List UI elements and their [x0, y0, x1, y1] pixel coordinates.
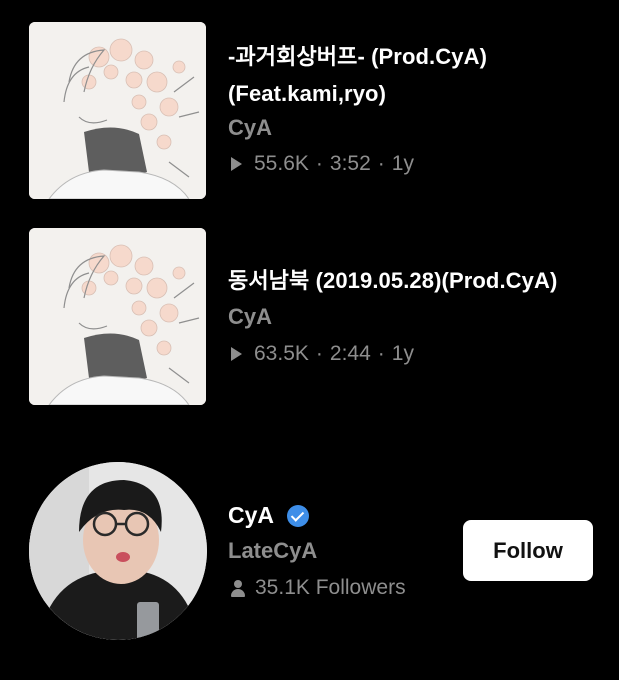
avatar[interactable] [29, 462, 207, 640]
track-artwork[interactable] [29, 228, 206, 405]
artwork-illustration [29, 22, 206, 199]
track-duration: 2:44 [329, 342, 371, 365]
track-meta: 63.5K · 2:44 · 1y [231, 342, 414, 366]
track-title[interactable]: 동서남북 (2019.05.28)(Prod.CyA) [228, 262, 608, 299]
track-title-line1: -과거회상버프- (Prod.CyA) [228, 44, 487, 69]
track-duration: 3:52 [329, 152, 371, 175]
track-artwork[interactable] [29, 22, 206, 199]
track-meta: 55.6K · 3:52 · 1y [231, 152, 414, 176]
avatar-photo [29, 462, 207, 640]
meta-separator: · [315, 342, 323, 365]
person-icon [231, 579, 245, 597]
meta-separator: · [377, 342, 385, 365]
artist-name[interactable]: CyA [228, 502, 310, 529]
play-count: 55.6K [254, 152, 309, 175]
artist-handle: LateCyA [228, 538, 318, 563]
track-artist[interactable]: CyA [228, 115, 272, 141]
play-icon [231, 157, 242, 171]
meta-separator: · [315, 152, 323, 175]
meta-separator: · [377, 152, 385, 175]
followers-text: 35.1K Followers [255, 576, 406, 599]
track-title-line1: 동서남북 (2019.05.28)(Prod.CyA) [228, 268, 558, 293]
artist-name-text: CyA [228, 502, 275, 528]
verified-badge-icon [287, 504, 310, 527]
track-age: 1y [391, 152, 414, 175]
follow-button[interactable]: Follow [463, 520, 593, 581]
artwork-illustration [29, 228, 206, 405]
play-count: 63.5K [254, 342, 309, 365]
track-title[interactable]: -과거회상버프- (Prod.CyA) (Feat.kami,ryo) [228, 38, 608, 112]
track-title-line2: (Feat.kami,ryo) [228, 81, 386, 106]
play-icon [231, 347, 242, 361]
track-age: 1y [391, 342, 414, 365]
followers-count: 35.1K Followers [231, 576, 406, 600]
track-artist[interactable]: CyA [228, 304, 272, 330]
